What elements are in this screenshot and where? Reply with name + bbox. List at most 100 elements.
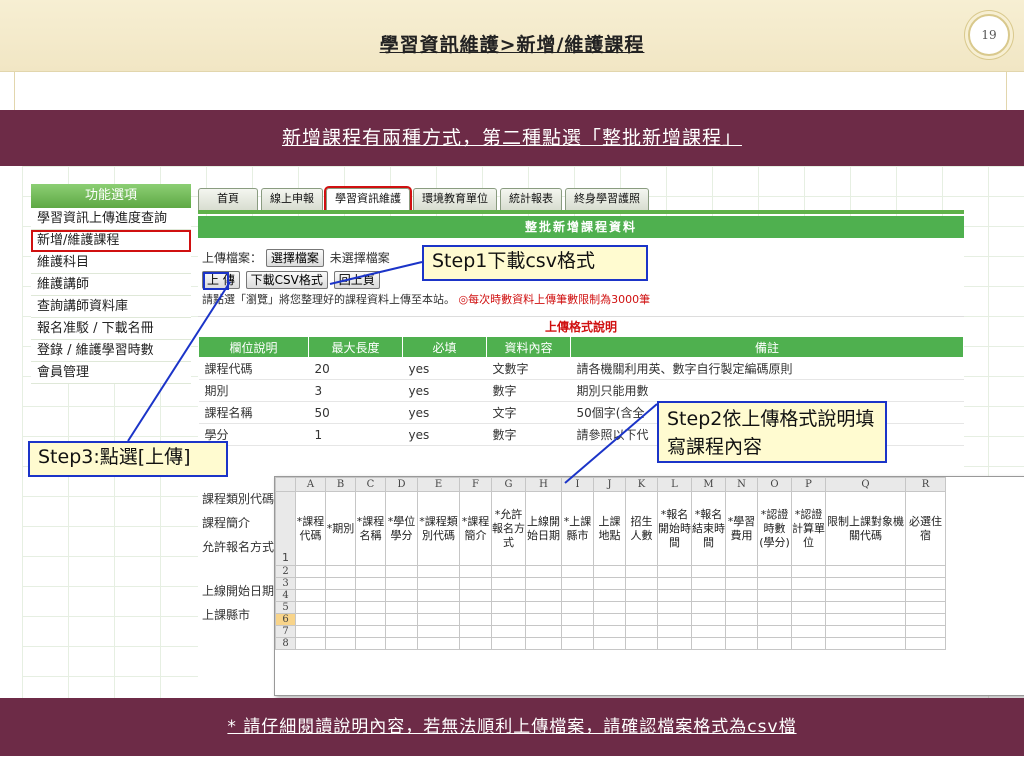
excel-cell[interactable] [325,577,356,590]
excel-cell[interactable] [417,565,460,578]
excel-cell[interactable] [625,637,658,650]
excel-cell[interactable]: *報名結束時間 [691,491,726,566]
excel-cell[interactable] [791,601,826,614]
sidebar-item-members[interactable]: 會員管理 [31,362,191,384]
excel-cell[interactable] [593,613,626,626]
excel-cell[interactable] [905,565,946,578]
excel-cell[interactable] [355,577,386,590]
excel-cell[interactable] [757,613,792,626]
excel-cell[interactable] [295,577,326,590]
excel-cell[interactable] [491,601,526,614]
excel-cell[interactable] [295,637,326,650]
excel-corner[interactable] [275,477,296,492]
excel-cell[interactable] [325,625,356,638]
excel-cell[interactable] [385,613,418,626]
excel-col-header[interactable]: F [459,477,492,492]
excel-cell[interactable] [691,601,726,614]
excel-col-header[interactable]: P [791,477,826,492]
excel-col-header[interactable]: C [355,477,386,492]
excel-cell[interactable] [791,637,826,650]
excel-cell[interactable] [385,601,418,614]
excel-cell[interactable] [625,577,658,590]
excel-cell[interactable]: *期別 [325,491,356,566]
excel-cell[interactable] [657,637,692,650]
excel-row-number[interactable]: 3 [275,577,296,590]
excel-cell[interactable] [525,601,562,614]
excel-cell[interactable] [691,613,726,626]
sidebar-item-subjects[interactable]: 維護科目 [31,252,191,274]
excel-col-header[interactable]: H [525,477,562,492]
excel-cell[interactable] [561,625,594,638]
excel-cell[interactable] [905,577,946,590]
excel-col-header[interactable]: N [725,477,758,492]
excel-cell[interactable] [385,589,418,602]
excel-cell[interactable] [295,601,326,614]
excel-col-header[interactable]: I [561,477,594,492]
excel-cell[interactable] [757,637,792,650]
excel-cell[interactable] [825,613,906,626]
excel-cell[interactable] [295,613,326,626]
excel-cell[interactable] [525,625,562,638]
excel-cell[interactable] [561,637,594,650]
excel-cell[interactable]: *報名開始時間 [657,491,692,566]
excel-cell[interactable]: *課程名稱 [355,491,386,566]
tab-statistics[interactable]: 統計報表 [500,188,562,210]
excel-cell[interactable] [385,637,418,650]
excel-cell[interactable] [691,625,726,638]
excel-cell[interactable] [657,577,692,590]
excel-cell[interactable] [417,625,460,638]
excel-cell[interactable] [791,613,826,626]
excel-cell[interactable] [593,589,626,602]
excel-cell[interactable] [691,637,726,650]
excel-cell[interactable] [355,625,386,638]
excel-cell[interactable] [355,601,386,614]
excel-cell[interactable] [491,565,526,578]
excel-cell[interactable] [657,613,692,626]
excel-cell[interactable]: *認證時數(學分) [757,491,792,566]
excel-cell[interactable] [459,577,492,590]
excel-cell[interactable] [691,565,726,578]
excel-cell[interactable] [385,625,418,638]
excel-cell[interactable] [593,625,626,638]
excel-cell[interactable] [325,589,356,602]
excel-cell[interactable] [417,613,460,626]
excel-cell[interactable] [295,565,326,578]
excel-cell[interactable] [525,589,562,602]
excel-cell[interactable] [625,589,658,602]
excel-cell[interactable] [417,637,460,650]
excel-cell[interactable] [905,613,946,626]
excel-cell[interactable] [905,637,946,650]
excel-cell[interactable] [561,565,594,578]
excel-cell[interactable]: *課程代碼 [295,491,326,566]
excel-row-number[interactable]: 2 [275,565,296,578]
excel-cell[interactable] [385,577,418,590]
excel-cell[interactable] [459,637,492,650]
excel-row-number[interactable]: 8 [275,637,296,650]
excel-row-number[interactable]: 6 [275,613,296,626]
excel-row-number[interactable]: 5 [275,601,296,614]
excel-cell[interactable]: 上線開始日期 [525,491,562,566]
excel-cell[interactable] [355,565,386,578]
excel-cell[interactable] [825,565,906,578]
excel-cell[interactable] [491,577,526,590]
excel-cell[interactable]: *上課縣市 [561,491,594,566]
excel-cell[interactable]: 限制上課對象機關代碼 [825,491,906,566]
excel-cell[interactable] [725,577,758,590]
excel-cell[interactable] [459,565,492,578]
excel-col-header[interactable]: M [691,477,726,492]
excel-cell[interactable]: 必選住宿 [905,491,946,566]
excel-col-header[interactable]: E [417,477,460,492]
tab-learning-info[interactable]: 學習資訊維護 [324,186,412,212]
excel-cell[interactable] [417,601,460,614]
excel-cell[interactable] [757,601,792,614]
excel-cell[interactable] [825,589,906,602]
excel-col-header[interactable]: G [491,477,526,492]
excel-cell[interactable] [561,613,594,626]
excel-cell[interactable] [593,577,626,590]
excel-cell[interactable] [417,577,460,590]
excel-cell[interactable] [757,577,792,590]
excel-cell[interactable] [625,565,658,578]
excel-cell[interactable] [691,589,726,602]
excel-cell[interactable] [825,625,906,638]
excel-cell[interactable] [593,565,626,578]
